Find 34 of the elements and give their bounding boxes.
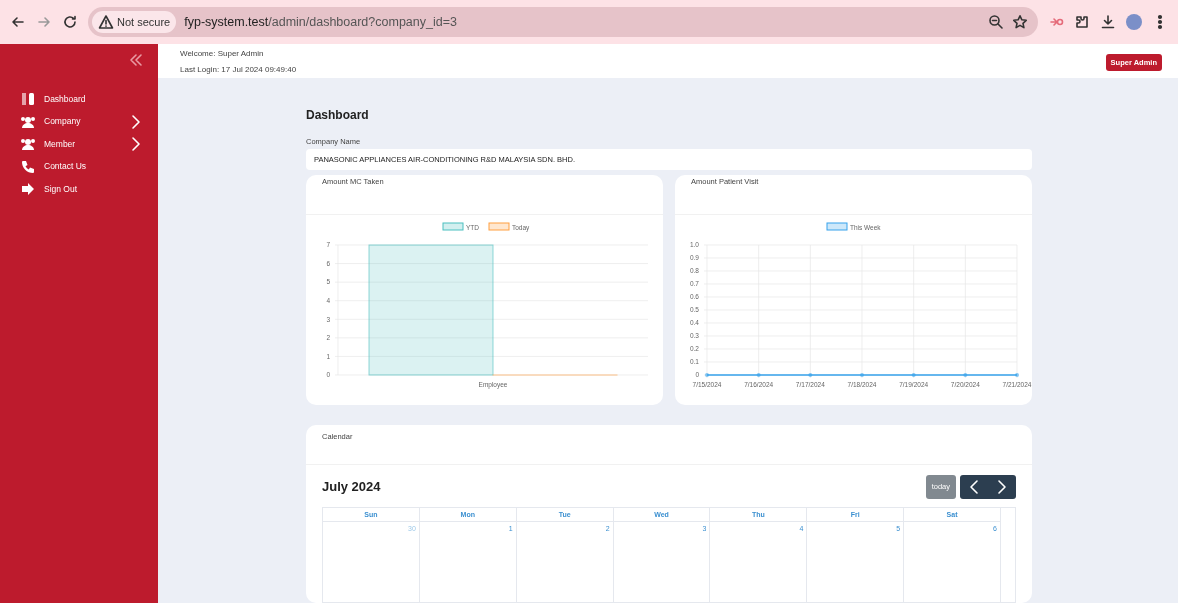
dashboard-icon <box>20 91 36 108</box>
avatar-icon[interactable] <box>1126 14 1142 30</box>
puzzle-icon[interactable] <box>1074 14 1090 30</box>
sidebar-item[interactable]: Contact Us <box>0 155 158 178</box>
legend-swatch <box>826 222 848 231</box>
data-point <box>963 373 968 377</box>
collapse-icon[interactable] <box>128 52 144 68</box>
sidebar-item[interactable]: Sign Out <box>0 178 158 201</box>
calendar-month-title: July 2024 <box>322 478 381 497</box>
warning-icon <box>98 14 114 30</box>
legend-swatch <box>442 222 464 231</box>
zoom-out-icon[interactable] <box>988 14 1004 30</box>
sidebar-item[interactable]: Member <box>0 133 158 156</box>
bookmark-star-icon[interactable] <box>1012 14 1028 30</box>
sidebar-item[interactable]: Dashboard <box>0 88 158 111</box>
data-point <box>808 373 813 377</box>
security-chip[interactable]: Not secure <box>92 10 177 34</box>
users-icon <box>20 136 36 153</box>
data-point <box>705 373 709 377</box>
data-point <box>911 373 916 377</box>
back-icon[interactable] <box>10 14 26 30</box>
data-point <box>860 373 864 377</box>
legend-swatch <box>488 222 510 231</box>
sign-out-icon <box>20 181 36 198</box>
phone-icon <box>20 158 36 175</box>
reload-icon[interactable] <box>62 14 78 30</box>
last-login-text: Last Login: 17 Jul 2024 09:49:40 <box>180 66 297 74</box>
download-icon[interactable] <box>1100 14 1116 30</box>
data-point <box>756 373 761 377</box>
welcome-text: Welcome: Super Admin <box>180 50 265 58</box>
sidebar-item[interactable]: Company <box>0 110 158 133</box>
address-bar-url[interactable]: fyp-system.test/admin/dashboard?company_id=3 <box>184 12 457 32</box>
page-title: Dashboard <box>306 106 370 124</box>
data-point <box>1015 373 1019 377</box>
